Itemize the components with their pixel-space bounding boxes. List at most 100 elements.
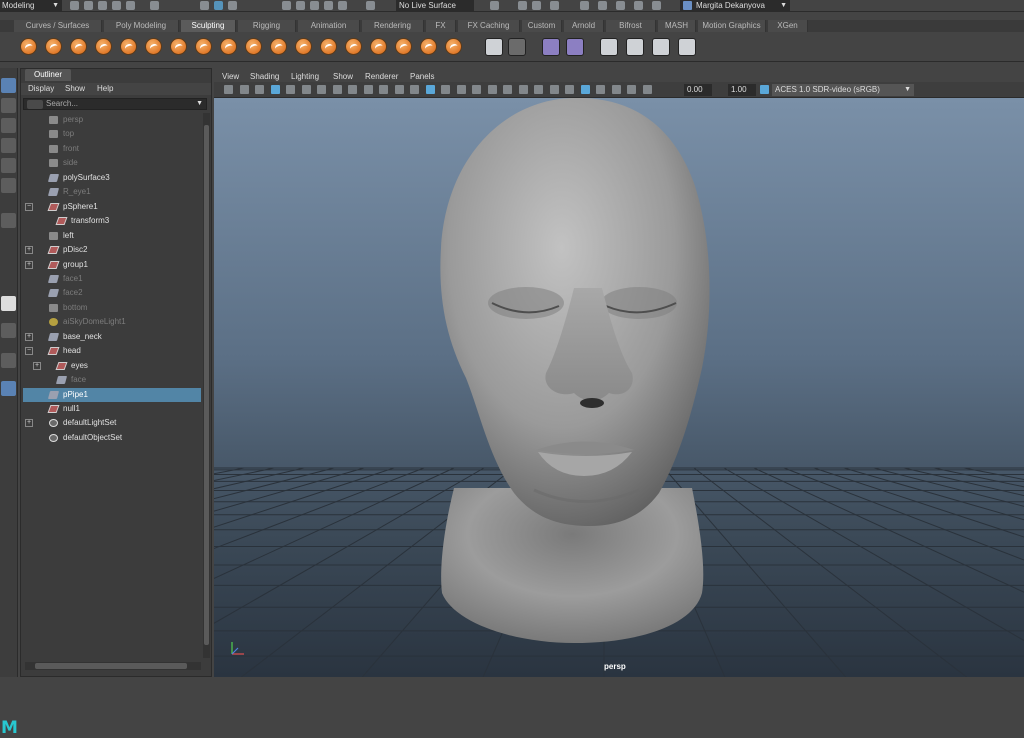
select-object-icon[interactable] bbox=[214, 1, 223, 10]
view-transform-selector[interactable]: ACES 1.0 SDR-video (sRGB) ▼ bbox=[772, 84, 914, 96]
shelf-tab-curves-surfaces[interactable]: Curves / Surfaces bbox=[14, 20, 102, 32]
outliner-item[interactable]: pPipe1 bbox=[23, 387, 201, 402]
select-tool-icon[interactable] bbox=[1, 78, 16, 93]
outliner-menu-display[interactable]: Display bbox=[28, 84, 54, 93]
shelf-tab-xgen[interactable]: XGen bbox=[768, 20, 808, 32]
live-surface-field[interactable]: No Live Surface bbox=[396, 0, 474, 11]
select-hierarchy-icon[interactable] bbox=[200, 1, 209, 10]
outliner-item[interactable]: polySurface3 bbox=[23, 171, 201, 185]
snap-grid-icon[interactable] bbox=[282, 1, 291, 10]
scrollbar-thumb[interactable] bbox=[204, 125, 209, 645]
outliner-item[interactable]: persp bbox=[23, 113, 201, 127]
shape-editor-icon[interactable] bbox=[626, 38, 644, 56]
make-live-icon[interactable] bbox=[338, 1, 347, 10]
ipr-render-icon[interactable] bbox=[532, 1, 541, 10]
imprint-brush-icon[interactable] bbox=[245, 38, 262, 55]
freeze-brush-icon[interactable] bbox=[445, 38, 462, 55]
shelf-tab-rigging[interactable]: Rigging bbox=[238, 20, 296, 32]
viewport-menu-show[interactable]: Show bbox=[333, 72, 353, 81]
pinch-brush-icon[interactable] bbox=[120, 38, 137, 55]
user-account-menu[interactable]: Margita Dekanyova ▼ bbox=[680, 0, 790, 11]
shadows-icon[interactable] bbox=[518, 85, 528, 94]
smooth-shade-icon[interactable] bbox=[441, 85, 450, 94]
gamma-field[interactable]: 1.00 bbox=[728, 84, 756, 96]
attribute-editor-toggle-icon[interactable] bbox=[598, 1, 607, 10]
xray-icon[interactable] bbox=[611, 85, 621, 94]
select-component-icon[interactable] bbox=[228, 1, 237, 10]
outliner-item[interactable]: + defaultLightSet bbox=[23, 416, 201, 430]
lasso-tool-icon[interactable] bbox=[1, 98, 16, 113]
viewport-menu-shading[interactable]: Shading bbox=[250, 72, 279, 81]
outliner-item[interactable]: face2 bbox=[23, 286, 201, 300]
menu-set-selector[interactable]: Modeling ▼ bbox=[0, 0, 62, 11]
outliner-item[interactable]: + base_neck bbox=[23, 330, 201, 344]
fill-brush-icon[interactable] bbox=[320, 38, 337, 55]
shelf-tab-sculpting[interactable]: Sculpting bbox=[181, 20, 236, 32]
collapse-icon[interactable]: − bbox=[25, 347, 33, 356]
wireframe-icon[interactable] bbox=[425, 85, 435, 94]
motion-blur-icon[interactable] bbox=[549, 85, 559, 94]
shelf-tab-fx-caching[interactable]: FX Caching bbox=[458, 20, 520, 32]
open-scene-icon[interactable] bbox=[84, 1, 93, 10]
outliner-item[interactable]: face1 bbox=[23, 272, 201, 286]
xray-components-icon[interactable] bbox=[642, 85, 652, 94]
outliner-toggle-icon[interactable] bbox=[652, 1, 661, 10]
mesh-display-icon[interactable] bbox=[542, 38, 560, 56]
shelf-tab-mash[interactable]: MASH bbox=[658, 20, 696, 32]
render-settings-icon[interactable] bbox=[490, 1, 499, 10]
shelf-tab-animation[interactable]: Animation bbox=[298, 20, 360, 32]
modeling-toolkit-icon[interactable] bbox=[580, 1, 589, 10]
outliner-item[interactable]: − pSphere1 bbox=[23, 200, 201, 214]
scrollbar-thumb[interactable] bbox=[35, 663, 187, 669]
outliner-search-input[interactable]: Search... ▼ bbox=[23, 98, 207, 110]
outliner-item[interactable]: + eyes bbox=[23, 359, 201, 373]
xray-joints-icon[interactable] bbox=[627, 85, 636, 94]
resolution-gate-icon[interactable] bbox=[348, 85, 357, 94]
exposure-field[interactable]: 0.00 bbox=[684, 84, 712, 96]
repeat-brush-icon[interactable] bbox=[220, 38, 237, 55]
rotate-tool-icon[interactable] bbox=[1, 158, 16, 173]
outliner-item[interactable]: + pDisc2 bbox=[23, 243, 201, 257]
use-all-lights-icon[interactable] bbox=[503, 85, 512, 94]
single-pane-layout-icon[interactable] bbox=[1, 296, 16, 311]
sculpt-settings-icon[interactable] bbox=[508, 38, 526, 56]
camera-attributes-icon[interactable] bbox=[239, 85, 249, 94]
bookmarks-icon[interactable] bbox=[255, 85, 264, 94]
anti-aliasing-icon[interactable] bbox=[565, 85, 574, 94]
history-icon[interactable] bbox=[366, 1, 375, 10]
snap-curve-icon[interactable] bbox=[296, 1, 305, 10]
amplify-brush-icon[interactable] bbox=[420, 38, 437, 55]
smooth-brush-icon[interactable] bbox=[45, 38, 62, 55]
shelf-tab-poly-modeling[interactable]: Poly Modeling bbox=[104, 20, 179, 32]
scrape-brush-icon[interactable] bbox=[295, 38, 312, 55]
outliner-item[interactable]: defaultObjectSet bbox=[23, 431, 201, 445]
safe-title-icon[interactable] bbox=[410, 85, 419, 94]
create-blend-shape-icon[interactable] bbox=[600, 38, 618, 56]
textured-icon[interactable] bbox=[487, 85, 497, 94]
outliner-horizontal-scrollbar[interactable] bbox=[25, 662, 201, 670]
collapse-icon[interactable]: − bbox=[25, 202, 33, 211]
shelf-tab-bifrost[interactable]: Bifrost bbox=[606, 20, 656, 32]
outliner-item[interactable]: bottom bbox=[23, 301, 201, 315]
isolate-select-icon[interactable] bbox=[596, 85, 605, 94]
grid-icon[interactable] bbox=[317, 85, 326, 94]
eraser-icon[interactable] bbox=[678, 38, 696, 56]
outliner-tab[interactable]: Outliner bbox=[25, 69, 71, 81]
outliner-item[interactable]: top bbox=[23, 127, 201, 141]
expand-icon[interactable]: + bbox=[25, 419, 33, 428]
move-tool-icon[interactable] bbox=[1, 138, 16, 153]
select-camera-icon[interactable] bbox=[224, 85, 233, 94]
new-scene-icon[interactable] bbox=[70, 1, 79, 10]
viewport-menu-view[interactable]: View bbox=[222, 72, 239, 81]
snap-point-icon[interactable] bbox=[310, 1, 319, 10]
grease-pencil-icon[interactable] bbox=[301, 85, 311, 94]
freeze-brush-icon[interactable] bbox=[485, 38, 503, 56]
foamy-brush-icon[interactable] bbox=[170, 38, 187, 55]
outliner-item[interactable]: transform3 bbox=[23, 214, 201, 228]
undo-queue-icon[interactable] bbox=[150, 1, 159, 10]
ambient-occlusion-icon[interactable] bbox=[534, 85, 543, 94]
outliner-item[interactable]: face bbox=[23, 373, 201, 387]
viewport-menu-lighting[interactable]: Lighting bbox=[291, 72, 319, 81]
outliner-item[interactable]: + group1 bbox=[23, 258, 201, 272]
shelf-tab-motion-graphics[interactable]: Motion Graphics bbox=[698, 20, 766, 32]
